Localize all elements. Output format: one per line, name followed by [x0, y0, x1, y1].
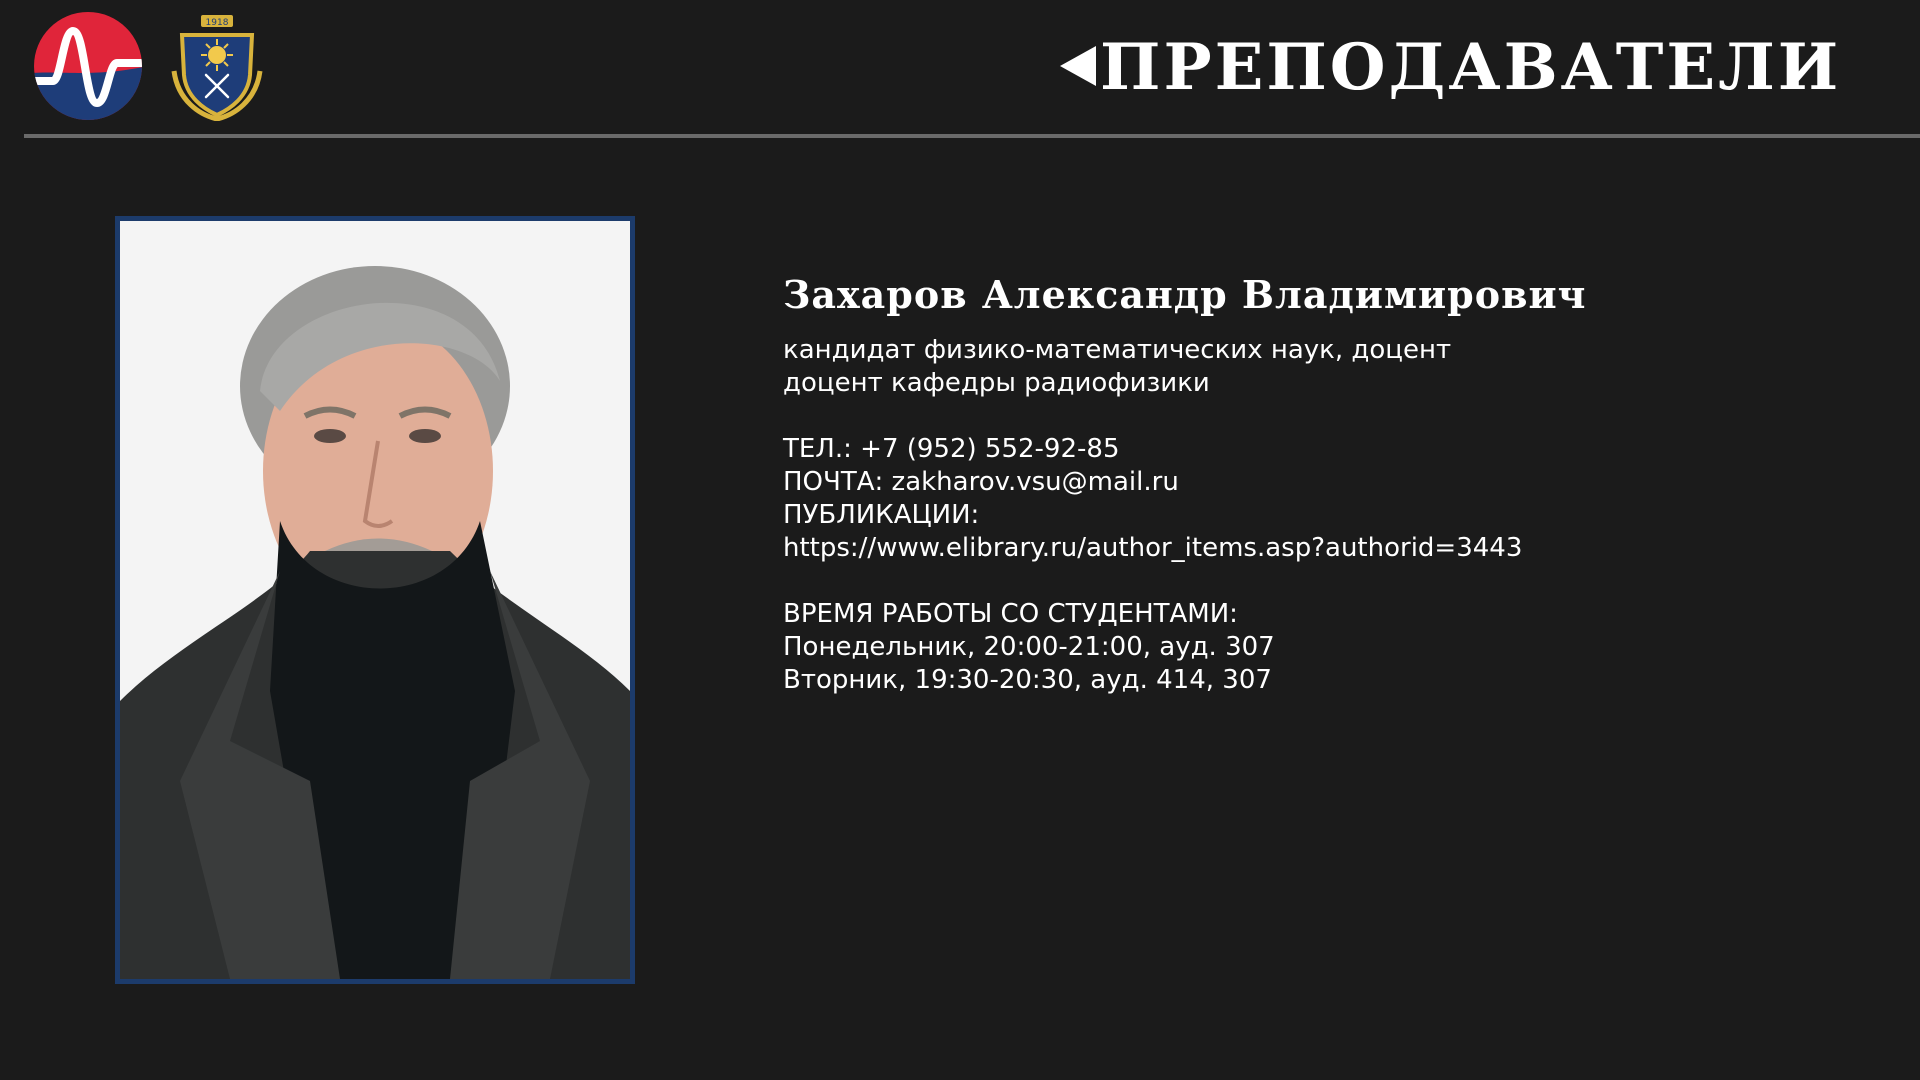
header-divider — [24, 134, 1920, 138]
teacher-degree: кандидат физико-математических наук, доц… — [783, 335, 1452, 365]
back-button[interactable] — [1056, 44, 1100, 88]
page-title: ПРЕПОДАВАТЕЛИ — [1100, 30, 1842, 105]
publications-label: ПУБЛИКАЦИИ: — [783, 500, 980, 530]
hours-item: Вторник, 19:30-20:30, ауд. 414, 307 — [783, 665, 1272, 695]
phone-value: +7 (952) 552-92-85 — [860, 434, 1120, 464]
phone-row: ТЕЛ.: +7 (952) 552-92-85 — [783, 433, 1883, 466]
crest-year: 1918 — [206, 18, 229, 28]
faculty-logo — [33, 11, 143, 121]
publications-link[interactable]: https://www.elibrary.ru/author_items.asp… — [783, 533, 1522, 563]
publications-row: https://www.elibrary.ru/author_items.asp… — [783, 532, 1883, 565]
teacher-photo — [115, 216, 635, 984]
triangle-left-icon — [1060, 46, 1096, 86]
phone-label: ТЕЛ.: — [783, 434, 852, 464]
hours-item: Понедельник, 20:00-21:00, ауд. 307 — [783, 632, 1275, 662]
email-row: ПОЧТА: zakharov.vsu@mail.ru — [783, 466, 1883, 499]
hours-label: ВРЕМЯ РАБОТЫ СО СТУДЕНТАМИ: — [783, 599, 1238, 629]
teacher-name: Захаров Александр Владимирович — [783, 272, 1587, 317]
email-value[interactable]: zakharov.vsu@mail.ru — [892, 467, 1179, 497]
email-label: ПОЧТА: — [783, 467, 884, 497]
university-crest-logo: 1918 — [170, 11, 264, 122]
teacher-info: Захаров Александр Владимирович кандидат … — [783, 270, 1883, 697]
teacher-position: доцент кафедры радиофизики — [783, 368, 1210, 398]
